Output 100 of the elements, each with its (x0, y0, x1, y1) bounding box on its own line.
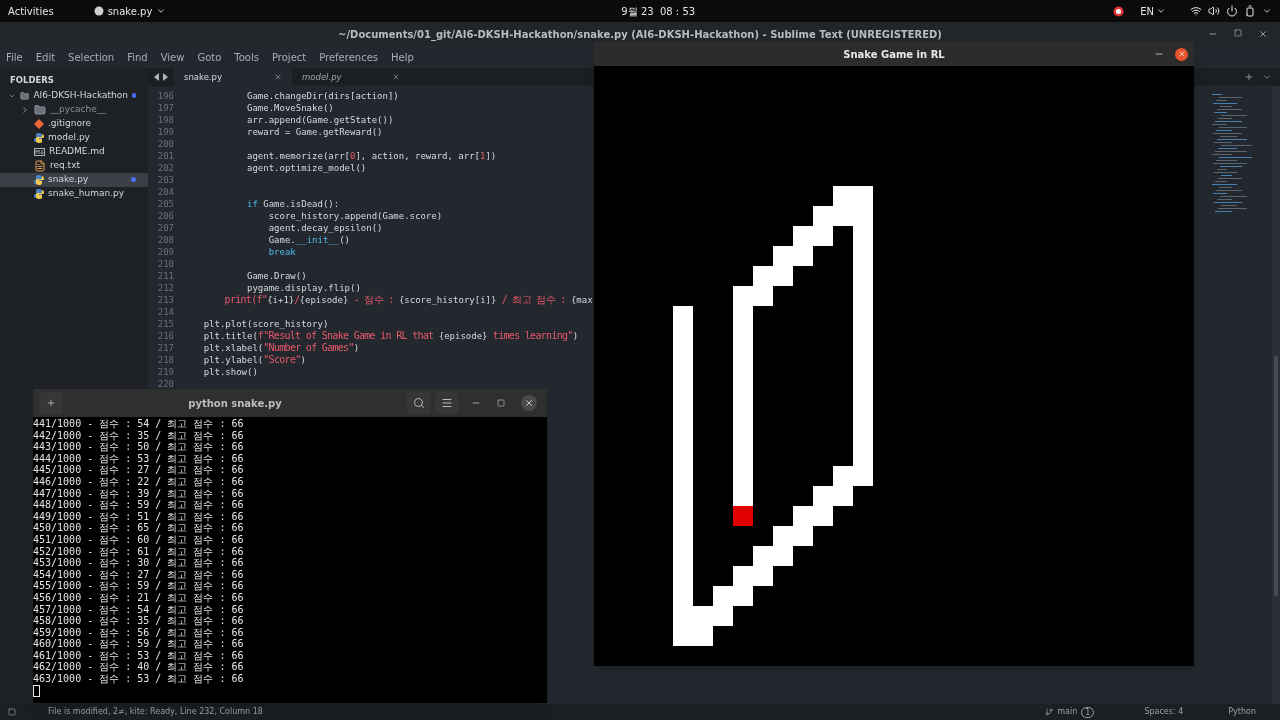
code-line: break (267, 246, 296, 258)
code-line: plt.plot(score_history) (202, 318, 329, 330)
search-button[interactable] (407, 392, 431, 414)
close-icon[interactable] (392, 73, 400, 81)
system-menu-icon[interactable] (1262, 6, 1272, 16)
menu-item[interactable]: Preferences (319, 49, 379, 65)
menu-item[interactable]: Tools (234, 49, 259, 65)
menu-item[interactable]: Edit (35, 49, 56, 65)
menu-item[interactable]: Selection (68, 49, 115, 65)
tab-list-icon[interactable] (1262, 72, 1272, 82)
line-number: 217 (156, 342, 174, 354)
terminal-line: 447/1000 - 점수 : 39 / 최고 점수 : 66 (33, 487, 244, 500)
file-name: snake_human.py (48, 187, 126, 200)
sidebar-item[interactable]: README.md (0, 144, 148, 159)
maximize-icon[interactable] (497, 399, 505, 407)
terminal-line: 443/1000 - 점수 : 50 / 최고 점수 : 66 (33, 441, 244, 453)
line-number: 207 (156, 222, 174, 234)
status-icon[interactable] (1113, 5, 1125, 17)
code-line: agent.optimize_model() (246, 162, 367, 174)
line-number: 216 (156, 330, 174, 342)
sidebar-heading: FOLDERS (9, 74, 55, 87)
line-number: 208 (156, 234, 174, 246)
close-button[interactable] (521, 395, 537, 411)
sidebar-item[interactable]: req.txt (0, 158, 148, 173)
code-line: plt.ylabel("Score") (202, 354, 306, 366)
activities-button[interactable]: Activities (8, 3, 54, 19)
food-block (733, 506, 753, 526)
line-number: 211 (156, 270, 174, 282)
menu-item[interactable]: Project (272, 49, 307, 65)
caret-icon (156, 6, 167, 16)
line-number: 213 (156, 294, 174, 306)
app-menu[interactable]: snake.py (93, 3, 167, 19)
volume-icon[interactable] (1208, 5, 1220, 17)
sidebar-item[interactable]: model.py (0, 130, 148, 145)
clock[interactable]: 9월 23 08 : 53 (621, 3, 696, 19)
menu-button[interactable] (435, 392, 459, 414)
menu-icon (441, 397, 453, 409)
code-line: Game.MoveSnake() (246, 102, 334, 114)
menu-item[interactable]: Help (391, 49, 414, 65)
sidebar-item[interactable]: .gitignore (0, 116, 148, 131)
language-menu[interactable]: EN (1140, 3, 1166, 19)
terminal-line: 451/1000 - 점수 : 60 / 최고 점수 : 66 (33, 533, 244, 546)
close-icon[interactable] (274, 73, 282, 81)
menu-item[interactable]: File (6, 49, 23, 65)
close-icon (1177, 50, 1186, 58)
line-number: 201 (156, 150, 174, 162)
menu-item[interactable]: View (160, 49, 185, 65)
terminal-line: 457/1000 - 점수 : 54 / 최고 점수 : 66 (33, 603, 244, 616)
python-icon (34, 174, 44, 185)
scrollbar[interactable] (1272, 86, 1280, 704)
line-number: 199 (156, 126, 174, 138)
indentation[interactable]: Spaces: 4 (1144, 706, 1184, 718)
syntax[interactable]: Python (1228, 706, 1256, 718)
terminal-title: python snake.py (187, 396, 283, 411)
line-number: 202 (156, 162, 174, 174)
line-number: 219 (156, 366, 174, 378)
editor-tab[interactable]: snake.py (174, 68, 292, 86)
sidebar-item[interactable]: __pycache__ (0, 102, 148, 117)
line-number: 198 (156, 114, 174, 126)
file-name: README.md (49, 145, 106, 158)
panel-toggle-icon[interactable] (8, 708, 16, 716)
collapsed-caret-icon[interactable] (20, 104, 30, 115)
menu-item[interactable]: Goto (197, 49, 222, 65)
maximize-icon[interactable] (1234, 29, 1242, 37)
code-line: print(f"{i+1}/{episode} - 점수 : {score_history[i]} / 최고 점수 : {max (223, 294, 593, 306)
power-icon[interactable] (1226, 5, 1238, 17)
terminal-line: 445/1000 - 점수 : 27 / 최고 점수 : 66 (33, 464, 244, 476)
new-tab-button[interactable] (39, 392, 63, 414)
menu-item[interactable]: Find (127, 49, 148, 65)
line-number: 197 (156, 102, 174, 114)
line-number: 215 (156, 318, 174, 330)
line-number: 203 (156, 174, 174, 186)
terminal-line: 449/1000 - 점수 : 51 / 최고 점수 : 66 (33, 510, 244, 523)
close-button[interactable] (1175, 47, 1188, 61)
wifi-icon[interactable] (1190, 5, 1202, 17)
terminal-line: 441/1000 - 점수 : 54 / 최고 점수 : 66 (33, 418, 244, 430)
folder-icon (19, 89, 30, 102)
code-line: reward = Game.getReward() (246, 126, 383, 138)
terminal-line: 448/1000 - 점수 : 59 / 최고 점수 : 66 (33, 499, 244, 511)
game-window-title: Snake Game in RL (843, 47, 945, 62)
battery-icon[interactable] (1244, 5, 1256, 17)
new-tab-icon[interactable] (1244, 72, 1254, 82)
file-name: .gitignore (48, 117, 93, 130)
terminal-line: 442/1000 - 점수 : 35 / 최고 점수 : 66 (33, 429, 244, 442)
sidebar-item[interactable]: snake_human.py (0, 186, 148, 201)
close-icon (524, 398, 534, 408)
terminal-line: 453/1000 - 점수 : 30 / 최고 점수 : 66 (33, 557, 244, 569)
sidebar-item[interactable]: snake.py (0, 172, 148, 187)
terminal-line: 463/1000 - 점수 : 53 / 최고 점수 : 66 (33, 673, 244, 685)
branch-name[interactable]: main (1057, 706, 1078, 718)
sidebar-item[interactable]: AI6-DKSH-Hackathon (0, 88, 148, 103)
close-icon[interactable] (1258, 29, 1268, 39)
tab-nav-arrows-icon[interactable] (154, 73, 168, 81)
line-number: 214 (156, 306, 174, 318)
plus-icon (46, 398, 56, 408)
code-line: plt.show() (202, 366, 258, 378)
code-line: score_history.append(Game.score) (267, 210, 443, 222)
terminal-line: 461/1000 - 점수 : 53 / 최고 점수 : 66 (33, 649, 244, 662)
line-number: 200 (156, 138, 174, 150)
terminal-line: 459/1000 - 점수 : 56 / 최고 점수 : 66 (33, 626, 244, 639)
